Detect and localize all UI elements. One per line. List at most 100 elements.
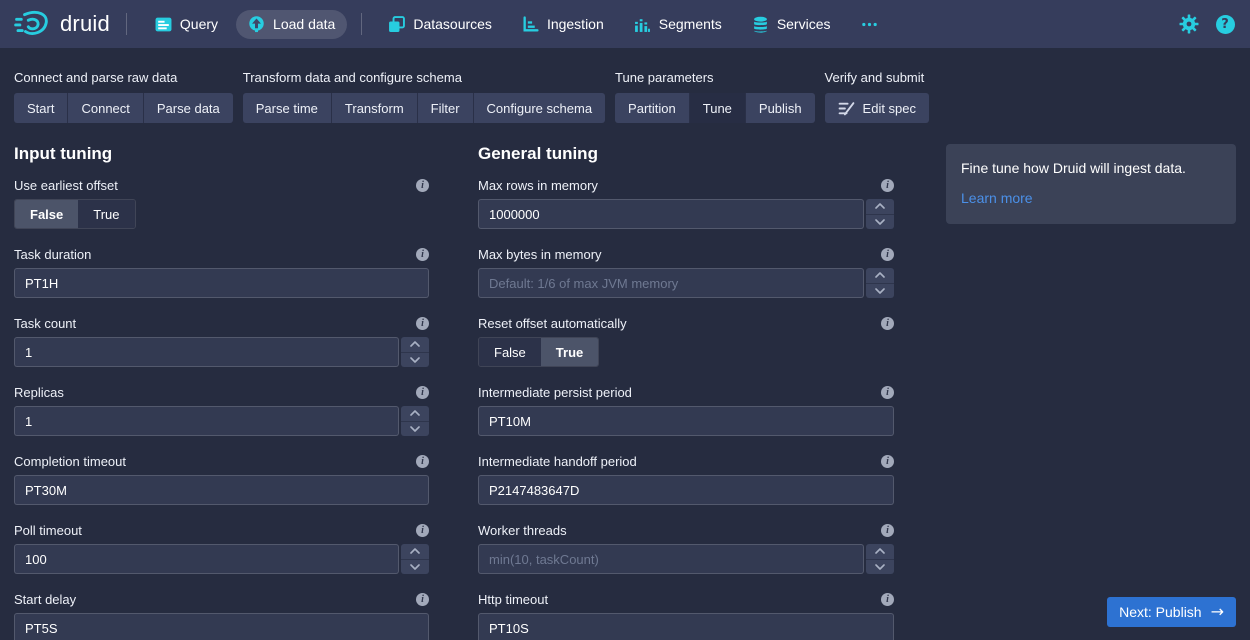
completion-timeout-input[interactable]: [14, 475, 429, 505]
chevron-down-icon: [410, 426, 420, 432]
learn-more-link[interactable]: Learn more: [961, 190, 1033, 206]
info-icon[interactable]: i: [416, 593, 429, 606]
step-button-publish[interactable]: Publish: [746, 93, 815, 123]
max-bytes-in-memory-input[interactable]: [478, 268, 864, 298]
nav-item-segments[interactable]: Segments: [622, 10, 734, 39]
use-earliest-offset-option-false[interactable]: False: [15, 200, 78, 228]
field-label-row: Max bytes in memoryi: [478, 246, 894, 262]
number-stepper: [866, 268, 894, 298]
reset-offset-automatically-option-false[interactable]: False: [479, 338, 541, 366]
max-rows-in-memory-input[interactable]: [478, 199, 864, 229]
field-control-row: [478, 268, 894, 298]
field-label-row: Reset offset automaticallyi: [478, 315, 894, 331]
step-bar: Connect and parse raw dataStartConnectPa…: [0, 48, 1250, 123]
step-group-label: Verify and submit: [825, 70, 929, 85]
field-label: Intermediate handoff period: [478, 454, 637, 469]
step-button-start[interactable]: Start: [14, 93, 68, 123]
help-icon[interactable]: ?: [1214, 13, 1236, 35]
step-button-transform[interactable]: Transform: [332, 93, 418, 123]
input-tuning-column: Input tuning Use earliest offsetiFalseTr…: [14, 144, 429, 640]
info-icon[interactable]: i: [416, 317, 429, 330]
step-button-label: Parse time: [256, 101, 318, 116]
stepper-up-button[interactable]: [866, 268, 894, 284]
nav-item-services[interactable]: Services: [740, 10, 843, 39]
info-icon[interactable]: i: [881, 179, 894, 192]
field-poll-timeout: Poll timeouti: [14, 522, 429, 574]
step-button-configure-schema[interactable]: Configure schema: [474, 93, 606, 123]
step-button-edit-spec[interactable]: Edit spec: [825, 93, 929, 123]
field-label: Replicas: [14, 385, 64, 400]
chevron-up-icon: [410, 548, 420, 554]
step-button-connect[interactable]: Connect: [68, 93, 143, 123]
nav-item-load-data[interactable]: Load data: [236, 10, 347, 39]
field-label-row: Poll timeouti: [14, 522, 429, 538]
nav-item-label: Datasources: [413, 16, 492, 32]
druid-logo-icon: [14, 9, 52, 39]
services-icon: [752, 16, 769, 33]
info-icon[interactable]: i: [416, 179, 429, 192]
http-timeout-input[interactable]: [478, 613, 894, 640]
navbar: druid Query Load data Datasources Ingestion…: [0, 0, 1250, 48]
field-control-row: [14, 337, 429, 367]
stepper-down-button[interactable]: [401, 353, 429, 368]
step-button-label: Edit spec: [863, 101, 916, 116]
field-label: Worker threads: [478, 523, 567, 538]
info-icon[interactable]: i: [416, 386, 429, 399]
nav-item-more[interactable]: [849, 10, 890, 39]
segments-icon: [634, 16, 651, 33]
info-icon[interactable]: i: [881, 524, 894, 537]
stepper-up-button[interactable]: [866, 544, 894, 560]
stepper-down-button[interactable]: [866, 284, 894, 299]
info-icon[interactable]: i: [881, 317, 894, 330]
stepper-down-button[interactable]: [866, 215, 894, 230]
task-duration-input[interactable]: [14, 268, 429, 298]
start-delay-input[interactable]: [14, 613, 429, 640]
info-icon[interactable]: i: [881, 386, 894, 399]
info-icon[interactable]: i: [881, 593, 894, 606]
nav-item-label: Query: [180, 16, 218, 32]
settings-gear-icon[interactable]: [1178, 13, 1200, 35]
step-button-tune[interactable]: Tune: [690, 93, 746, 123]
reset-offset-automatically-option-true[interactable]: True: [541, 338, 598, 366]
info-icon[interactable]: i: [881, 248, 894, 261]
next-publish-button[interactable]: Next: Publish →: [1107, 597, 1236, 627]
stepper-up-button[interactable]: [866, 199, 894, 215]
step-button-partition[interactable]: Partition: [615, 93, 690, 123]
step-button-group: PartitionTunePublish: [615, 93, 815, 123]
field-http-timeout: Http timeouti: [478, 591, 894, 640]
nav-item-ingestion[interactable]: Ingestion: [510, 10, 616, 39]
replicas-input[interactable]: [14, 406, 399, 436]
step-button-filter[interactable]: Filter: [418, 93, 474, 123]
step-button-group: StartConnectParse data: [14, 93, 233, 123]
nav-item-query[interactable]: Query: [143, 10, 230, 39]
worker-threads-input[interactable]: [478, 544, 864, 574]
query-icon: [155, 16, 172, 33]
brand[interactable]: druid: [14, 9, 110, 39]
brand-name: druid: [60, 11, 110, 37]
intermediate-persist-period-input[interactable]: [478, 406, 894, 436]
field-intermediate-handoff-period: Intermediate handoff period i: [478, 453, 894, 505]
stepper-down-button[interactable]: [401, 560, 429, 575]
edit-spec-icon: [838, 100, 855, 117]
stepper-up-button[interactable]: [401, 406, 429, 422]
info-icon[interactable]: i: [416, 524, 429, 537]
ingestion-icon: [522, 16, 539, 33]
chevron-up-icon: [410, 410, 420, 416]
step-button-parse-time[interactable]: Parse time: [243, 93, 332, 123]
more-icon: [861, 16, 878, 33]
nav-item-datasources[interactable]: Datasources: [376, 10, 504, 39]
info-icon[interactable]: i: [416, 455, 429, 468]
stepper-up-button[interactable]: [401, 337, 429, 353]
task-count-input[interactable]: [14, 337, 399, 367]
info-icon[interactable]: i: [416, 248, 429, 261]
poll-timeout-input[interactable]: [14, 544, 399, 574]
field-label-row: Task counti: [14, 315, 429, 331]
use-earliest-offset-option-true[interactable]: True: [78, 200, 134, 228]
field-control-row: [14, 544, 429, 574]
step-button-parse-data[interactable]: Parse data: [144, 93, 233, 123]
intermediate-handoff-period-input[interactable]: [478, 475, 894, 505]
stepper-down-button[interactable]: [866, 560, 894, 575]
info-icon[interactable]: i: [881, 455, 894, 468]
stepper-down-button[interactable]: [401, 422, 429, 437]
stepper-up-button[interactable]: [401, 544, 429, 560]
